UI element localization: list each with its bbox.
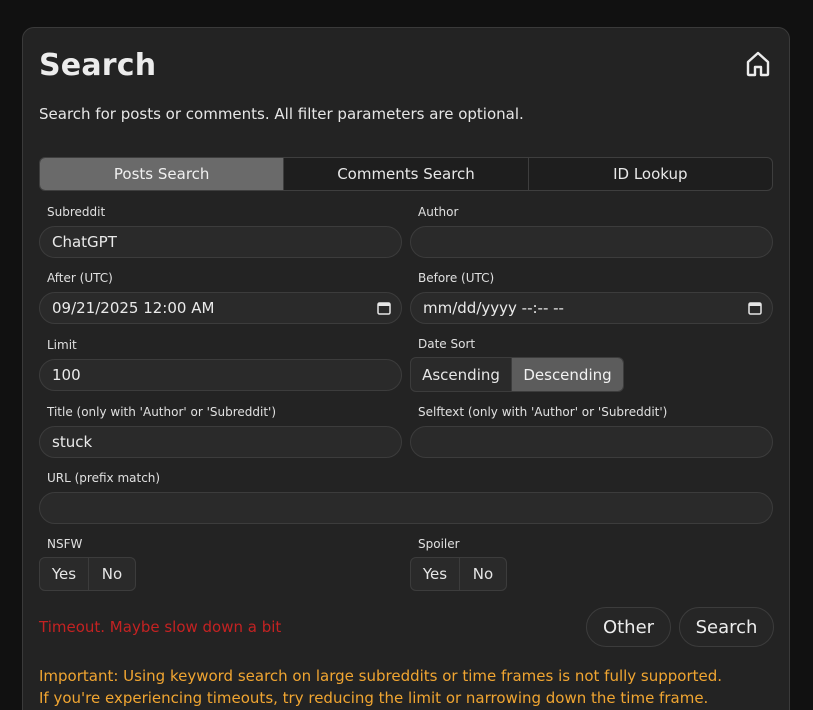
limit-value: 100	[52, 366, 81, 384]
url-label: URL (prefix match)	[47, 471, 161, 485]
tab-comments-search[interactable]: Comments Search	[284, 158, 529, 190]
url-input[interactable]	[39, 492, 773, 524]
nsfw-label: NSFW	[47, 537, 83, 551]
notice-line-2: If you're experiencing timeouts, try red…	[39, 689, 709, 707]
search-tabs: Posts Search Comments Search ID Lookup	[39, 157, 773, 191]
nsfw-no-button[interactable]: No	[89, 558, 135, 590]
search-card: Search Search for posts or comments. All…	[22, 27, 790, 710]
before-date-input[interactable]: mm/dd/yyyy --:-- --	[410, 292, 773, 324]
title-filter-input[interactable]: stuck	[39, 426, 402, 458]
date-sort-toggle: Ascending Descending	[410, 357, 624, 392]
date-sort-label: Date Sort	[418, 337, 476, 351]
page-title: Search	[39, 48, 157, 83]
notice-line-1: Important: Using keyword search on large…	[39, 667, 723, 685]
sort-ascending-button[interactable]: Ascending	[411, 358, 512, 391]
important-notice: Important: Using keyword search on large…	[39, 665, 722, 709]
nsfw-toggle: Yes No	[39, 557, 136, 591]
before-value: mm/dd/yyyy --:-- --	[423, 299, 564, 317]
home-icon[interactable]	[745, 50, 771, 78]
after-label: After (UTC)	[47, 271, 113, 285]
tab-id-lookup[interactable]: ID Lookup	[529, 158, 772, 190]
nsfw-yes-button[interactable]: Yes	[40, 558, 89, 590]
subreddit-value: ChatGPT	[52, 233, 117, 251]
search-button[interactable]: Search	[679, 607, 774, 647]
after-date-input[interactable]: 09/21/2025 12:00 AM	[39, 292, 402, 324]
title-filter-value: stuck	[52, 433, 93, 451]
other-button[interactable]: Other	[586, 607, 671, 647]
calendar-icon[interactable]	[748, 301, 762, 315]
limit-label: Limit	[47, 338, 77, 352]
after-value: 09/21/2025 12:00 AM	[52, 299, 215, 317]
subreddit-label: Subreddit	[47, 205, 106, 219]
tab-posts-search[interactable]: Posts Search	[40, 158, 285, 190]
spoiler-label: Spoiler	[418, 537, 460, 551]
selftext-label: Selftext (only with 'Author' or 'Subredd…	[418, 405, 668, 419]
limit-input[interactable]: 100	[39, 359, 402, 391]
title-filter-label: Title (only with 'Author' or 'Subreddit'…	[47, 405, 277, 419]
spoiler-toggle: Yes No	[410, 557, 507, 591]
before-label: Before (UTC)	[418, 271, 495, 285]
page-subtitle: Search for posts or comments. All filter…	[39, 105, 524, 123]
calendar-icon[interactable]	[377, 301, 391, 315]
spoiler-yes-button[interactable]: Yes	[411, 558, 460, 590]
subreddit-input[interactable]: ChatGPT	[39, 226, 402, 258]
author-input[interactable]	[410, 226, 773, 258]
selftext-input[interactable]	[410, 426, 773, 458]
author-label: Author	[418, 205, 459, 219]
timeout-error-message: Timeout. Maybe slow down a bit	[39, 618, 282, 636]
sort-descending-button[interactable]: Descending	[512, 358, 623, 391]
spoiler-no-button[interactable]: No	[460, 558, 506, 590]
